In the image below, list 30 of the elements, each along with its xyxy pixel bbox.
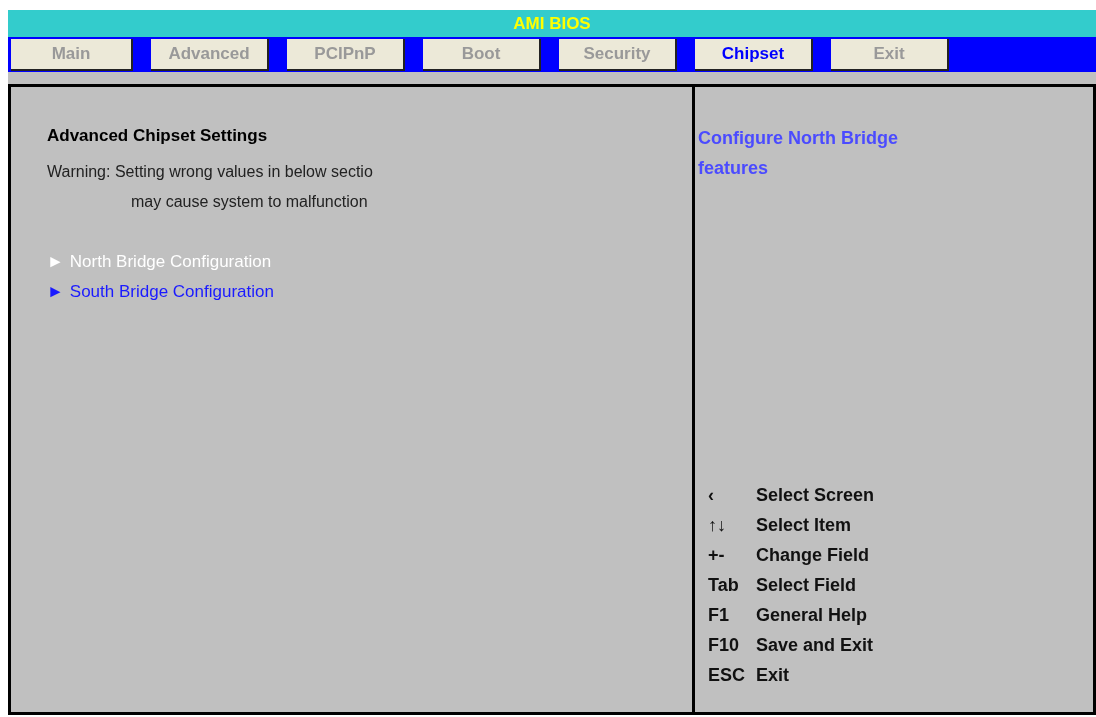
section-heading: Advanced Chipset Settings: [47, 125, 269, 147]
key-label: ESC: [708, 664, 746, 687]
menu-item[interactable]: North Bridge Configuration: [69, 246, 272, 277]
key-label: Tab: [708, 574, 740, 597]
warning-text: may cause system to malfunction: [130, 191, 369, 212]
key-action: Exit: [756, 664, 789, 687]
key-label: F1: [708, 604, 730, 627]
warning-text: Warning: Setting wrong values in below sectio: [47, 161, 374, 182]
key-action: General Help: [756, 604, 868, 627]
tab[interactable]: Advanced: [151, 38, 269, 71]
key-action: Select Screen: [756, 484, 875, 507]
key-label: +-: [708, 544, 726, 567]
window-title: AMI BIOS: [8, 10, 1096, 37]
tab[interactable]: Security: [559, 38, 677, 71]
key-action: Change Field: [756, 544, 869, 567]
tab[interactable]: Main: [11, 38, 133, 71]
key-label: ‹: [708, 484, 715, 507]
tab[interactable]: Boot: [423, 38, 541, 71]
help-text: Configure North Bridge features: [698, 127, 899, 180]
arrow-icon: ►: [47, 276, 64, 307]
tab[interactable]: PCIPnP: [287, 38, 405, 71]
key-label: ↑↓: [708, 514, 727, 537]
tab[interactable]: Chipset: [695, 38, 813, 71]
key-action: Save and Exit: [756, 634, 874, 657]
arrow-icon: ►: [47, 246, 64, 277]
key-action: Select Item: [756, 514, 852, 537]
key-action: Select Field: [756, 574, 857, 597]
key-label: F10: [708, 634, 741, 657]
menu-item[interactable]: South Bridge Configuration: [69, 276, 274, 307]
tab[interactable]: Exit: [831, 38, 949, 71]
